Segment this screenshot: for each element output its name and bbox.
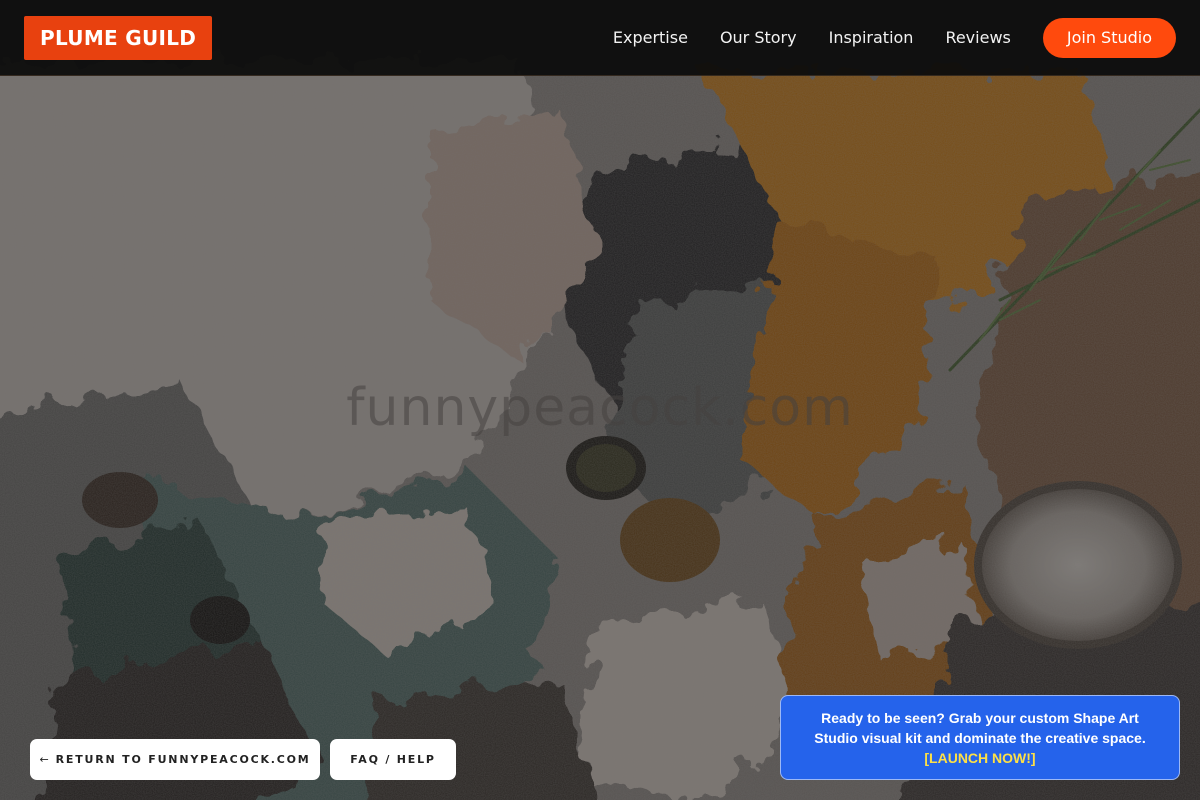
- nav-link-inspiration[interactable]: Inspiration: [829, 28, 914, 47]
- arrow-left-icon: ←: [39, 753, 49, 766]
- return-to-site-button[interactable]: ← RETURN TO FUNNYPEACOCK.COM: [30, 739, 320, 780]
- nav-link-our-story[interactable]: Our Story: [720, 28, 797, 47]
- nav-link-reviews[interactable]: Reviews: [945, 28, 1010, 47]
- faq-help-button[interactable]: FAQ / HELP: [330, 739, 456, 780]
- promo-launch-link[interactable]: [LAUNCH NOW!]: [924, 750, 1035, 766]
- top-navbar: PLUME GUILD Expertise Our Story Inspirat…: [0, 0, 1200, 76]
- brand-logo[interactable]: PLUME GUILD: [24, 15, 213, 60]
- promo-banner[interactable]: Ready to be seen? Grab your custom Shape…: [780, 695, 1180, 780]
- join-studio-button[interactable]: Join Studio: [1042, 17, 1176, 58]
- watermark-text: funnypeacock.com: [346, 378, 854, 438]
- nav-link-expertise[interactable]: Expertise: [613, 28, 688, 47]
- primary-nav: Expertise Our Story Inspiration Reviews: [613, 28, 1011, 47]
- promo-text: Ready to be seen? Grab your custom Shape…: [814, 710, 1146, 746]
- return-to-site-label: RETURN TO FUNNYPEACOCK.COM: [55, 753, 311, 766]
